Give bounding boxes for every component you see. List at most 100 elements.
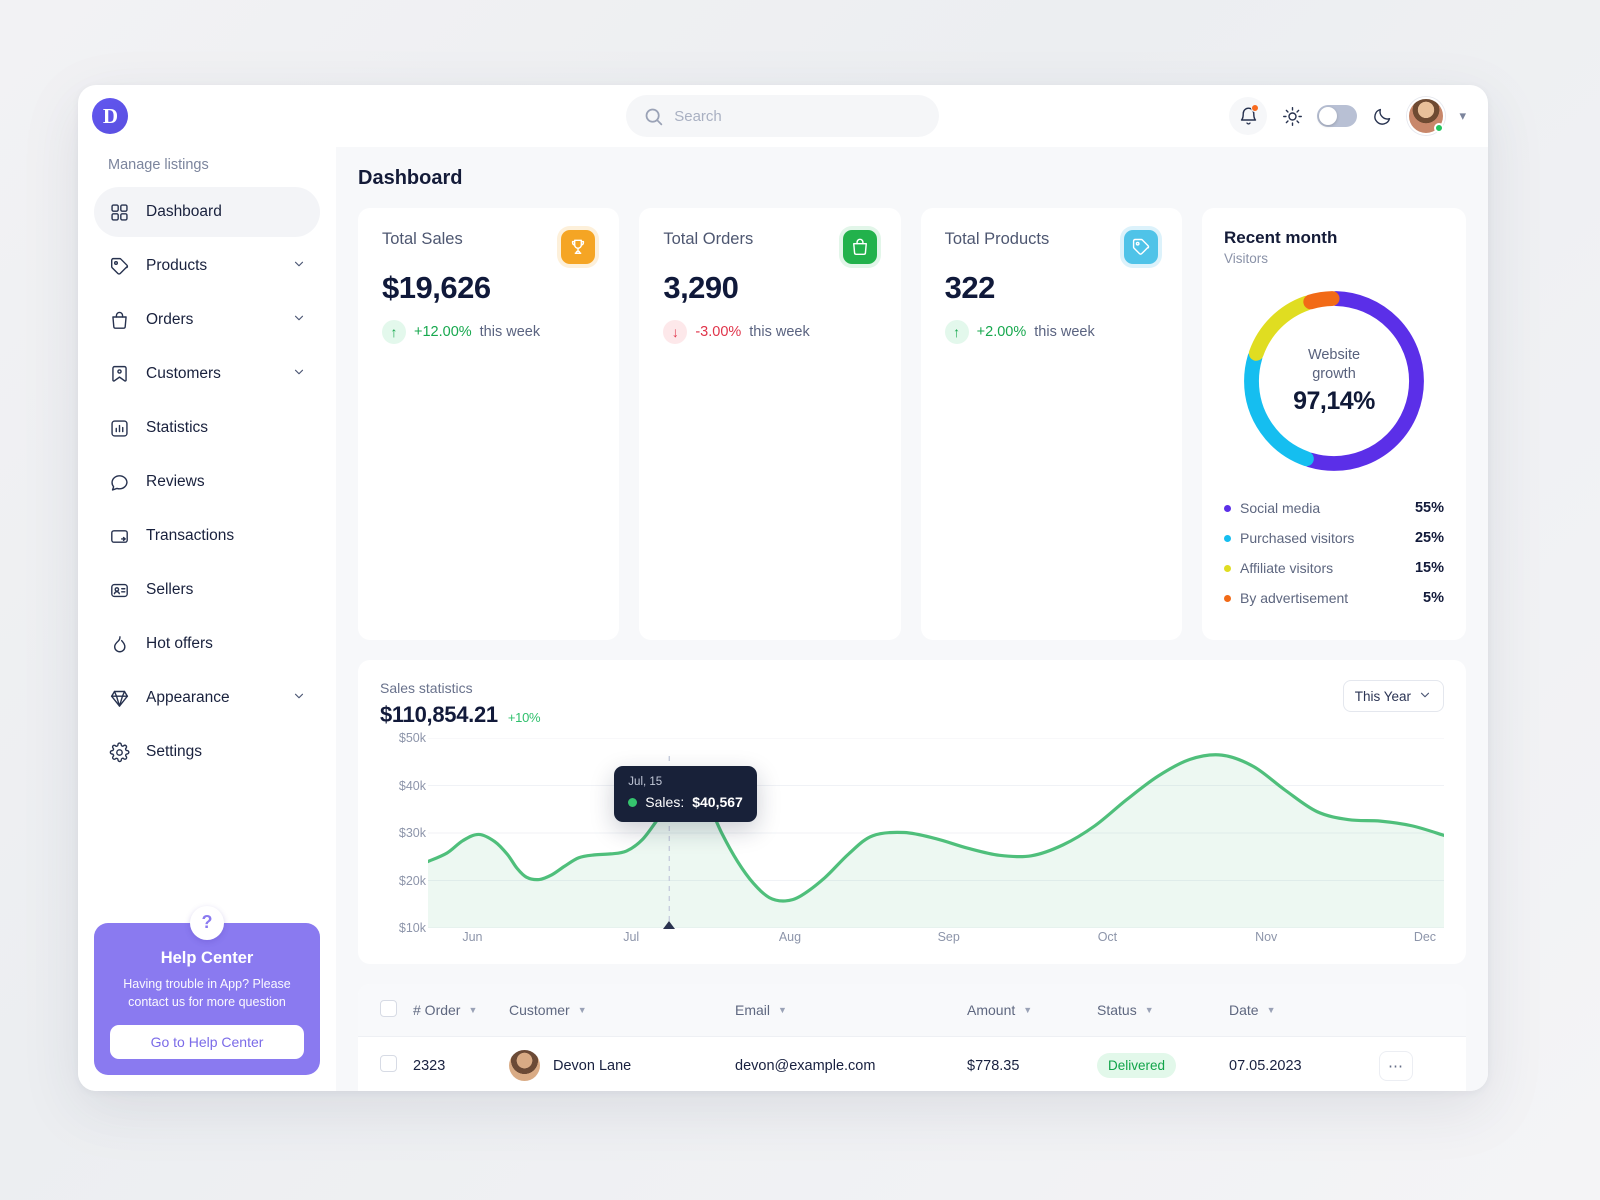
moon-icon[interactable] (1371, 105, 1393, 127)
sort-arrow-icon[interactable]: ▼ (578, 1005, 587, 1015)
sort-arrow-icon[interactable]: ▼ (778, 1005, 787, 1015)
sidebar-nav: Dashboard Products Orders Customers Statisti… (94, 187, 320, 781)
column-header-label: # Order (413, 1002, 461, 1018)
search-area (336, 95, 1229, 137)
kpi-card-total-products: Total Products 322 ↑ +2.00% this week (920, 208, 1182, 640)
sort-arrow-icon[interactable]: ▼ (1145, 1005, 1154, 1015)
kpi-card-total-sales: Total Sales $19,626 ↑ +12.00% this week (358, 208, 620, 640)
x-axis-tick-label: Dec (1413, 930, 1437, 944)
cell-date: 07.05.2023 (1221, 1036, 1371, 1091)
sidebar-item-settings[interactable]: Settings (94, 727, 320, 777)
row-checkbox[interactable] (380, 1055, 397, 1072)
sidebar-item-label: Transactions (146, 527, 235, 544)
chevron-down-icon[interactable] (292, 689, 306, 708)
x-axis-tick-label: Aug (778, 930, 802, 944)
legend-label: By advertisement (1240, 590, 1349, 606)
column-header-label: Customer (509, 1002, 570, 1018)
notifications-button[interactable] (1229, 97, 1268, 135)
legend-value: 55% (1414, 500, 1444, 516)
theme-toggle[interactable] (1317, 105, 1358, 127)
kpi-row: Total Sales $19,626 ↑ +12.00% this week Total… (358, 208, 1466, 640)
user-card-icon (108, 363, 130, 385)
row-select-cell (358, 1036, 405, 1091)
kpi-label: Total Products (944, 230, 1050, 248)
avatar[interactable] (1407, 97, 1446, 135)
sidebar-item-label: Orders (146, 311, 194, 328)
sidebar-item-label: Settings (146, 743, 203, 760)
chevron-down-icon[interactable]: ▾ (1459, 108, 1466, 124)
cell-order: 2323 (405, 1036, 501, 1091)
sidebar-item-customers[interactable]: Customers (94, 349, 320, 399)
sidebar-section-label: Manage listings (108, 157, 209, 173)
time-range-select[interactable]: This Year (1342, 680, 1444, 712)
ellipsis-icon[interactable]: ⋯ (1379, 1050, 1413, 1081)
search-input[interactable] (674, 107, 924, 125)
column-header-email[interactable]: Email ▼ (727, 984, 959, 1037)
cell-status: Delivered (1089, 1036, 1221, 1091)
column-header-date[interactable]: Date ▼ (1221, 984, 1371, 1037)
sidebar-item-hot-offers[interactable]: Hot offers (94, 619, 320, 669)
donut-label-line1: Website (1307, 347, 1361, 364)
kpi-value: 3,290 (663, 270, 739, 305)
sales-card-header: Sales statistics $110,854.21 +10% This Y… (380, 680, 1444, 728)
chevron-down-icon[interactable] (292, 311, 306, 330)
chevron-down-icon[interactable] (292, 365, 306, 384)
sidebar-item-label: Hot offers (146, 635, 213, 652)
y-axis-tick-label: $10k (398, 921, 426, 935)
table-header: # Order ▼ Customer ▼ Email ▼ Amount ▼ Status ▼ Dat… (358, 984, 1466, 1037)
main-content: Dashboard Total Sales $19,626 ↑ +12.00% this… (336, 147, 1488, 1091)
sidebar-item-statistics[interactable]: Statistics (94, 403, 320, 453)
legend-value: 15% (1414, 560, 1444, 576)
kpi-delta: +12.00% (414, 324, 472, 340)
sales-card-growth: +10% (507, 710, 541, 725)
table-body: 2323 Devon Lane devon@example.com $778.35 De… (358, 1036, 1466, 1091)
sidebar-item-sellers[interactable]: Sellers (94, 565, 320, 615)
search-box[interactable] (626, 95, 940, 137)
search-icon (642, 105, 664, 127)
logo-area: D (78, 98, 336, 134)
legend-label: Affiliate visitors (1240, 560, 1334, 576)
sidebar-item-reviews[interactable]: Reviews (94, 457, 320, 507)
sidebar-item-dashboard[interactable]: Dashboard (94, 187, 320, 237)
y-axis-tick-label: $50k (398, 731, 426, 745)
select-all-checkbox[interactable] (380, 1000, 397, 1017)
kpi-value: $19,626 (382, 270, 491, 305)
sidebar-item-label: Reviews (146, 473, 205, 490)
sort-arrow-icon[interactable]: ▼ (1267, 1005, 1276, 1015)
sort-arrow-icon[interactable]: ▼ (1023, 1005, 1032, 1015)
sidebar-item-orders[interactable]: Orders (94, 295, 320, 345)
select-all-header (358, 984, 405, 1037)
online-status-dot (1434, 123, 1445, 133)
trophy-icon (561, 230, 596, 264)
column-header-order[interactable]: # Order ▼ (405, 984, 501, 1037)
table-row[interactable]: 2323 Devon Lane devon@example.com $778.35 De… (358, 1036, 1466, 1091)
chevron-down-icon[interactable] (292, 257, 306, 276)
arrow-up-icon: ↑ (382, 320, 406, 344)
donut-label-line2: growth (1312, 365, 1356, 382)
column-header-status[interactable]: Status ▼ (1089, 984, 1221, 1037)
go-to-help-center-button[interactable]: Go to Help Center (110, 1025, 304, 1059)
sun-icon[interactable] (1281, 105, 1303, 127)
legend-value: 5% (1423, 590, 1444, 606)
chart-plot (428, 738, 1444, 929)
sidebar-item-label: Appearance (146, 689, 230, 706)
row-actions-header (1371, 984, 1466, 1037)
legend-value: 25% (1414, 530, 1444, 546)
kpi-label: Total Sales (382, 230, 463, 248)
sidebar-item-transactions[interactable]: Transactions (94, 511, 320, 561)
kpi-label: Total Orders (663, 230, 754, 248)
legend-color-dot (1224, 504, 1231, 512)
legend-color-dot (1224, 594, 1231, 602)
help-center-card: ? Help Center Having trouble in App? Ple… (94, 905, 320, 1075)
sidebar-item-products[interactable]: Products (94, 241, 320, 291)
app-logo[interactable]: D (92, 98, 128, 134)
sidebar-item-appearance[interactable]: Appearance (94, 673, 320, 723)
chart-highlight-marker (663, 921, 676, 929)
recent-month-title: Recent month (1224, 228, 1338, 247)
kpi-cards: Total Sales $19,626 ↑ +12.00% this week Total… (358, 208, 1182, 640)
question-mark-icon: ? (190, 905, 224, 940)
column-header-amount[interactable]: Amount ▼ (959, 984, 1089, 1037)
sort-arrow-icon[interactable]: ▼ (468, 1005, 477, 1015)
cell-actions: ⋯ (1371, 1036, 1466, 1091)
column-header-customer[interactable]: Customer ▼ (501, 984, 727, 1037)
